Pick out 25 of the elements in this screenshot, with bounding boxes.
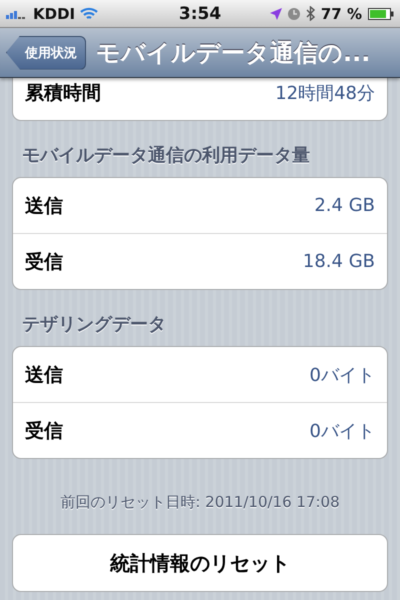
row-value: 12時間48分 (275, 82, 375, 104)
row-value: 0バイト (310, 420, 375, 442)
bluetooth-icon (306, 6, 315, 21)
nav-title: モバイルデータ通信の... (96, 38, 370, 68)
row-value: 18.4 GB (302, 251, 375, 272)
section-header: モバイルデータ通信の利用データ量 (21, 144, 311, 168)
carrier-name: KDDI (33, 4, 76, 22)
reset-button[interactable]: 統計情報のリセット (12, 534, 388, 592)
clock-time: 3:54 (178, 4, 222, 24)
battery-icon (368, 8, 394, 20)
location-arrow-icon (270, 8, 282, 20)
row-label: 送信 (25, 194, 63, 218)
wifi-icon (80, 6, 98, 20)
row-label: 送信 (25, 362, 63, 388)
back-button[interactable]: 使用状況 (6, 36, 86, 70)
clock-icon (288, 8, 300, 20)
row-label: 受信 (25, 418, 63, 444)
battery-percent: 77 % (320, 4, 362, 22)
row-label: 受信 (25, 250, 63, 274)
row-value: 2.4 GB (314, 195, 375, 216)
last-reset-text: 前回のリセット日時: 2011/10/16 17:08 (59, 493, 341, 512)
section-header: テザリングデータ (21, 313, 167, 337)
signal-icon (6, 8, 28, 18)
row-label: 累積時間 (25, 80, 101, 106)
row-value: 0バイト (310, 364, 375, 386)
